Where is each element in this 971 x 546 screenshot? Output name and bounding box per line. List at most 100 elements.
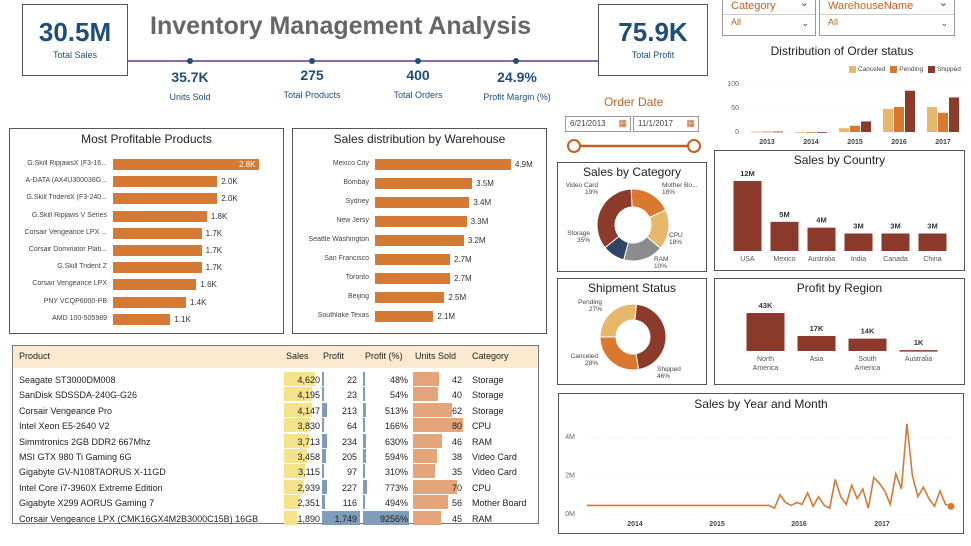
bar[interactable] [375,292,445,303]
slice-name-label: CPU [669,232,683,239]
bar[interactable] [113,296,186,308]
table-row[interactable]: Gigabyte GV-N108TAORUS X-11GD 3,115 97 310%… [13,464,538,479]
bar[interactable] [375,273,450,284]
bar[interactable] [899,350,938,352]
x-tick-label: USA [740,256,755,263]
bar[interactable] [375,254,450,265]
table-row[interactable]: MSI GTX 980 Ti Gaming 6G 3,458 205 594% 38 Vi… [13,449,538,464]
order-status-bar[interactable] [905,90,915,132]
order-status-bar[interactable] [949,97,959,132]
table-cell: 4,195 [297,390,320,401]
donut-slice[interactable] [599,303,638,338]
bar[interactable] [113,227,202,239]
order-status-bar[interactable] [795,132,805,133]
warehouse-slicer-value[interactable]: All ⌄ [820,15,954,29]
bar[interactable] [113,262,202,274]
table-row[interactable]: Corsair Vengeance LPX (CMK16GX4M2B3000C1… [13,510,538,526]
bar[interactable] [375,216,467,227]
order-status-bar[interactable] [894,107,904,132]
table-row[interactable]: SanDisk SDSSDA-240G-G26 4,195 23 54% 40 Stora… [13,387,538,402]
donut-slice[interactable] [634,303,667,371]
order-date-end-input[interactable]: 11/1/2017 ▦ [633,116,699,132]
table-row[interactable]: Intel Core i7-3960X Extreme Edition 2,939… [13,479,538,495]
table-row[interactable]: Corsair Vengeance Pro 4,147 213 513% 62 Stora… [13,402,538,418]
bar[interactable] [113,159,259,170]
column-header[interactable]: Sales [286,351,309,361]
order-status-bar[interactable] [927,107,937,132]
chevron-down-icon[interactable]: ⌄ [940,18,948,29]
bar[interactable] [375,197,470,208]
table-row[interactable]: Intel Xeon E5-2640 V2 3,830 64 166% 80 CPU [13,418,538,433]
calendar-icon[interactable]: ▦ [686,118,695,129]
table-cell: 3,713 [297,436,320,447]
bar[interactable] [733,181,762,251]
bar[interactable] [770,221,799,251]
order-date-start-input[interactable]: 6/21/2013 ▦ [565,116,631,132]
bar[interactable] [918,233,947,252]
bar[interactable] [113,193,218,205]
table-cell: RAM [472,513,492,524]
bar[interactable] [848,338,887,351]
date-slider-end-handle[interactable] [687,139,701,153]
order-status-bar[interactable] [773,131,783,133]
bar-value-label: 3.5M [476,179,494,188]
x-tick-label: 2017 [874,521,890,528]
table-cell: 166% [384,421,408,432]
bar[interactable] [881,233,910,252]
order-status-bar[interactable] [762,131,772,133]
column-header[interactable]: Product [19,351,50,361]
chevron-down-icon[interactable]: ⌄ [939,0,948,9]
column-header[interactable]: Profit [323,351,344,361]
donut-slice[interactable] [599,336,640,371]
chevron-down-icon[interactable]: ⌄ [801,18,809,29]
order-status-bar[interactable] [751,131,761,133]
order-status-bar[interactable] [850,125,860,132]
order-status-bar[interactable] [839,128,849,132]
calendar-icon[interactable]: ▦ [618,118,627,129]
bar-value-label: 4M [816,216,826,225]
bar-category-label: G.Skill RipjawsX (F3-16... [27,160,107,167]
date-range-slider[interactable] [565,138,703,154]
column-header[interactable]: Profit (%) [365,351,403,361]
bar[interactable] [113,176,218,188]
table-row[interactable]: Seagate ST3000DM008 4,620 22 48% 42 Storage [13,372,538,387]
bar[interactable] [375,159,511,170]
bar[interactable] [746,313,785,351]
bar[interactable] [375,235,464,246]
bar-category-label: Southlake Texas [317,312,369,319]
bar-value-label: 3.2M [467,236,486,245]
table-cell: 46 [451,436,462,447]
bar[interactable] [375,311,434,322]
order-status-bar[interactable] [817,132,827,133]
bar[interactable] [113,279,197,291]
bar-value-label: 1.7K [205,246,223,255]
order-status-bar[interactable] [883,108,893,132]
table-cell: 80 [451,421,462,432]
order-status-bar[interactable] [861,121,871,132]
sales-country-card: Sales by Country 12M USA 5M Mexico 4M Austral… [714,150,965,271]
total-profit-value: 75.9K [618,17,688,47]
bar[interactable] [807,227,836,251]
date-slider-start-handle[interactable] [567,139,581,153]
bar[interactable] [113,210,207,222]
table-row[interactable]: Simmtronics 2GB DDR2 667Mhz 3,713 234 630% 4… [13,433,538,449]
bar[interactable] [797,335,836,351]
slice-name-label: RAM [654,256,668,263]
column-header[interactable]: Category [472,351,509,361]
bar[interactable] [113,313,171,325]
bar[interactable] [844,233,873,252]
sales-line[interactable] [587,423,952,510]
bar[interactable] [375,178,473,189]
bar-value-label: 3.4M [473,198,492,207]
chevron-down-icon[interactable]: ⌄ [800,0,809,9]
category-slicer-value[interactable]: All ⌄ [723,15,815,29]
bar[interactable] [113,245,202,256]
bar-category-label: Beijing [347,293,369,300]
table-row[interactable]: Gigabyte X299 AORUS Gaming 7 2,351 116 494%… [13,495,538,510]
category-slicer[interactable]: Category All ⌄ ⌄ [722,0,816,36]
warehouse-slicer[interactable]: WarehouseName All ⌄ ⌄ [819,0,955,36]
order-status-bar[interactable] [938,112,948,132]
order-status-bar[interactable] [806,132,816,133]
column-header[interactable]: Units Sold [415,351,456,361]
donut-slice[interactable] [596,188,633,249]
